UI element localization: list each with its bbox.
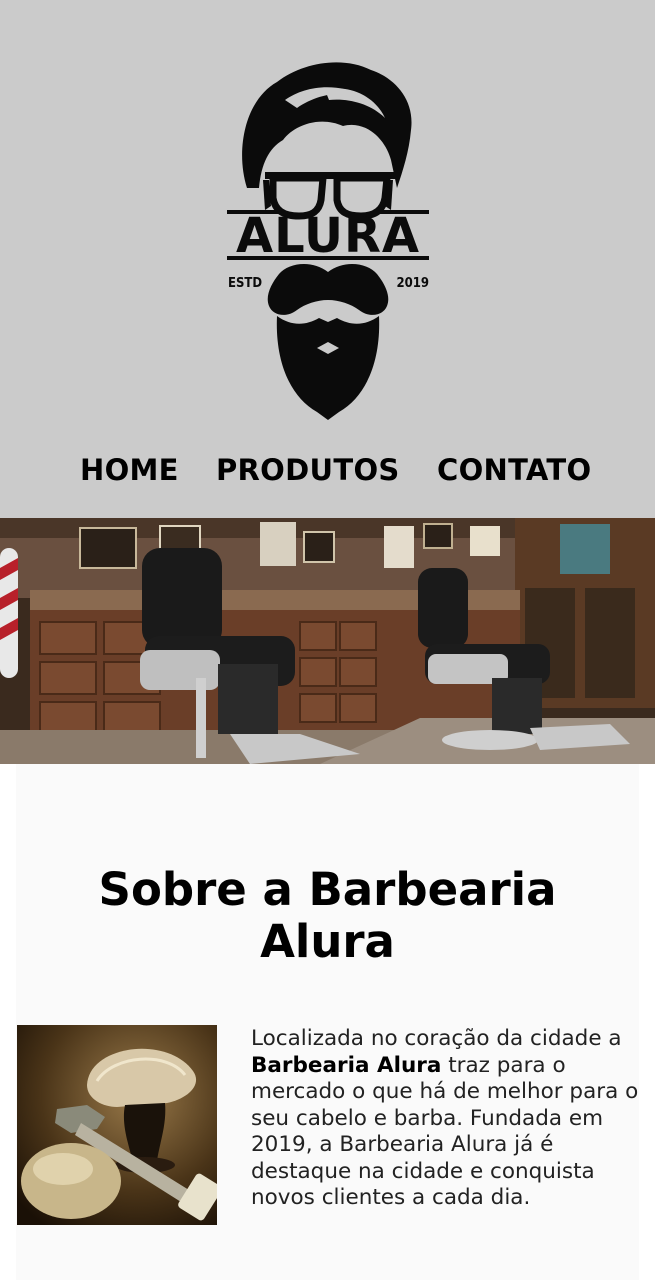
- nav-contato-link[interactable]: CONTATO: [437, 450, 591, 490]
- about-title: Sobre a Barbearia Alura: [0, 864, 655, 968]
- about-section: Sobre a Barbearia Alura Localizada no co…: [0, 764, 655, 1280]
- nav-produtos-link[interactable]: PRODUTOS: [216, 450, 400, 490]
- about-title-line2: Alura: [260, 915, 395, 968]
- main-nav: HOME PRODUTOS CONTATO: [0, 450, 655, 490]
- brand-logo[interactable]: ALURA ESTD 2019: [225, 60, 431, 422]
- barbershop-banner: [0, 518, 655, 764]
- about-text-intro: Localizada no coração da cidade a: [251, 1026, 622, 1051]
- shaving-brush-razor-photo-icon: [17, 1025, 217, 1225]
- brand-year: 2019: [396, 276, 429, 291]
- about-text-brand: Barbearia Alura: [251, 1052, 442, 1078]
- barbershop-interior-photo-icon: [0, 518, 655, 764]
- about-image: [17, 1025, 217, 1225]
- about-title-line1: Sobre a Barbearia: [98, 863, 557, 916]
- about-text: Localizada no coração da cidade a Barbea…: [251, 1026, 643, 1212]
- brand-estd-label: ESTD: [228, 276, 263, 291]
- nav-home-link[interactable]: HOME: [80, 450, 179, 490]
- site-header: ALURA ESTD 2019 HOME PRODUTOS CONTATO: [0, 0, 655, 518]
- brand-name: ALURA: [235, 208, 421, 264]
